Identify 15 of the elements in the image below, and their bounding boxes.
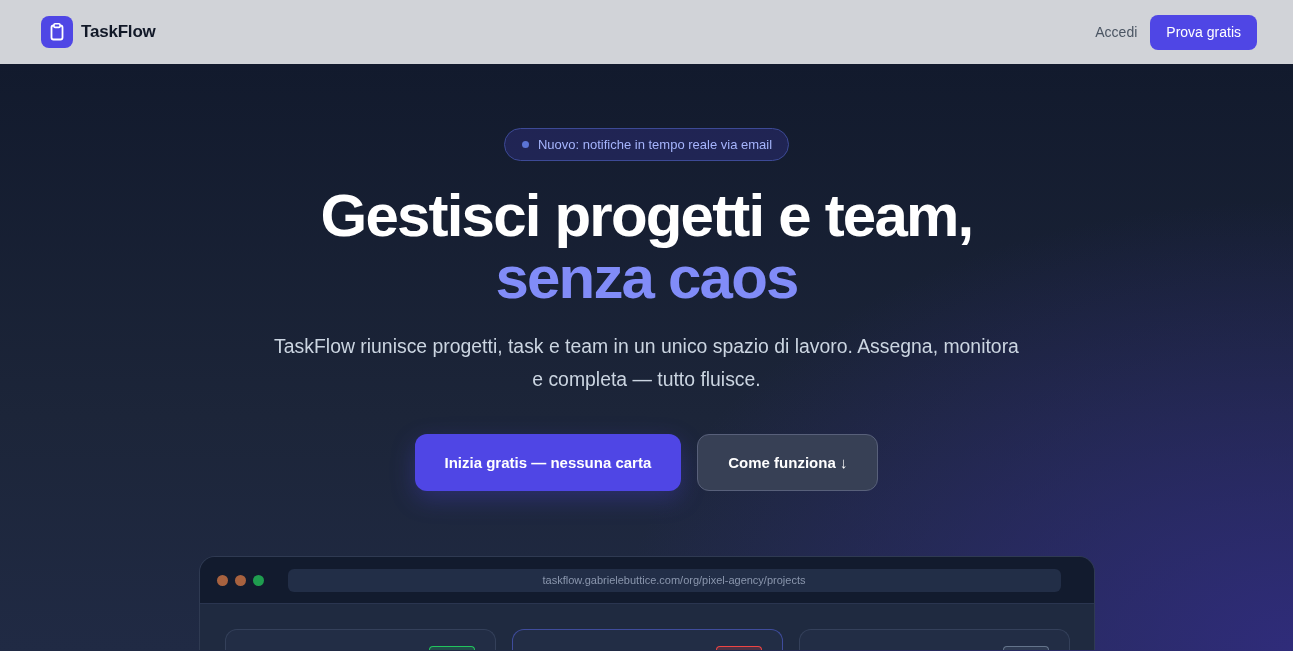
headline: Gestisci progetti e team, [320, 185, 973, 247]
how-it-works-button[interactable]: Come funziona ↓ [697, 434, 879, 491]
clipboard-icon[interactable] [41, 16, 73, 48]
address-bar: taskflow.gabrielebuttice.com/org/pixel-agency/projects [287, 568, 1061, 592]
project-card[interactable] [511, 629, 783, 650]
dot-icon [521, 141, 529, 148]
announcement-text: Nuovo: notifiche in tempo reale via email [537, 137, 773, 152]
brand-name[interactable]: TaskFlow [81, 22, 156, 42]
login-link[interactable]: Accedi [1095, 24, 1138, 40]
description-text: TaskFlow riunisce progetti, task e team in un unico spazio di lavoro. Assegna, monitora e completa — tutto fluisce. [273, 334, 1020, 392]
trial-button[interactable]: Prova gratis [1150, 14, 1257, 50]
start-free-button[interactable]: Inizia gratis — nessuna carta [414, 434, 682, 491]
headline-highlight: senza caos [495, 247, 798, 309]
project-card[interactable] [224, 629, 496, 650]
project-card[interactable] [798, 629, 1070, 650]
